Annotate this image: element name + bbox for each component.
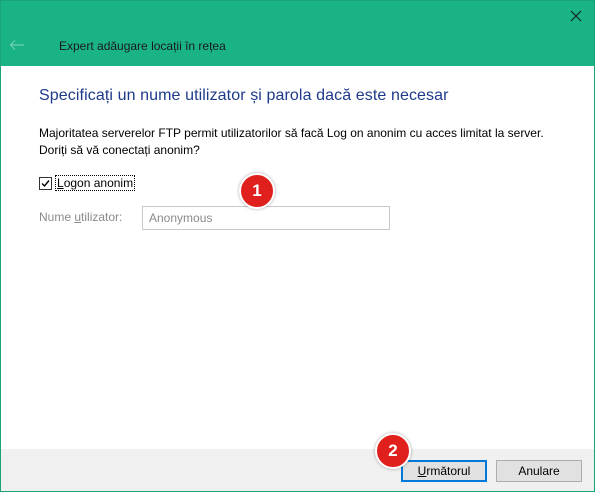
username-label-post: tilizator:	[81, 210, 123, 224]
back-button[interactable]	[5, 33, 29, 57]
next-button-label-post: rmătorul	[426, 464, 471, 478]
next-button-access-key: U	[417, 464, 427, 478]
anonymous-logon-checkbox-row[interactable]: Logon anonim	[39, 175, 136, 191]
username-label: Nume utilizator:	[39, 210, 122, 224]
close-icon	[570, 10, 582, 22]
wizard-title: Expert adăugare locații în rețea	[59, 39, 226, 53]
close-button[interactable]	[558, 1, 594, 31]
annotation-badge-2: 2	[375, 433, 411, 469]
back-arrow-icon	[9, 40, 24, 50]
page-heading: Specificați un nume utilizator și parola…	[39, 87, 449, 104]
anonymous-logon-label[interactable]: Logon anonim	[55, 175, 136, 191]
anonymous-logon-label-post: ogon anonim	[63, 176, 134, 190]
wizard-window: Expert adăugare locații în rețea Specifi…	[0, 0, 595, 492]
page-description: Majoritatea serverelor FTP permit utiliz…	[39, 125, 569, 159]
username-label-pre: Nume	[39, 210, 75, 224]
anonymous-logon-checkbox[interactable]	[39, 176, 52, 190]
username-field[interactable]: Anonymous	[142, 206, 390, 230]
cancel-button[interactable]: Anulare	[496, 460, 582, 482]
annotation-badge-1: 1	[239, 173, 275, 209]
checkmark-icon	[41, 179, 50, 187]
title-bar: Expert adăugare locații în rețea	[1, 1, 594, 66]
description-line-1: Majoritatea serverelor FTP permit utiliz…	[39, 126, 544, 140]
anonymous-logon-access-key: L	[57, 176, 64, 190]
next-button[interactable]: Următorul	[401, 460, 487, 482]
description-line-2: Doriți să vă conectați anonim?	[39, 143, 200, 157]
